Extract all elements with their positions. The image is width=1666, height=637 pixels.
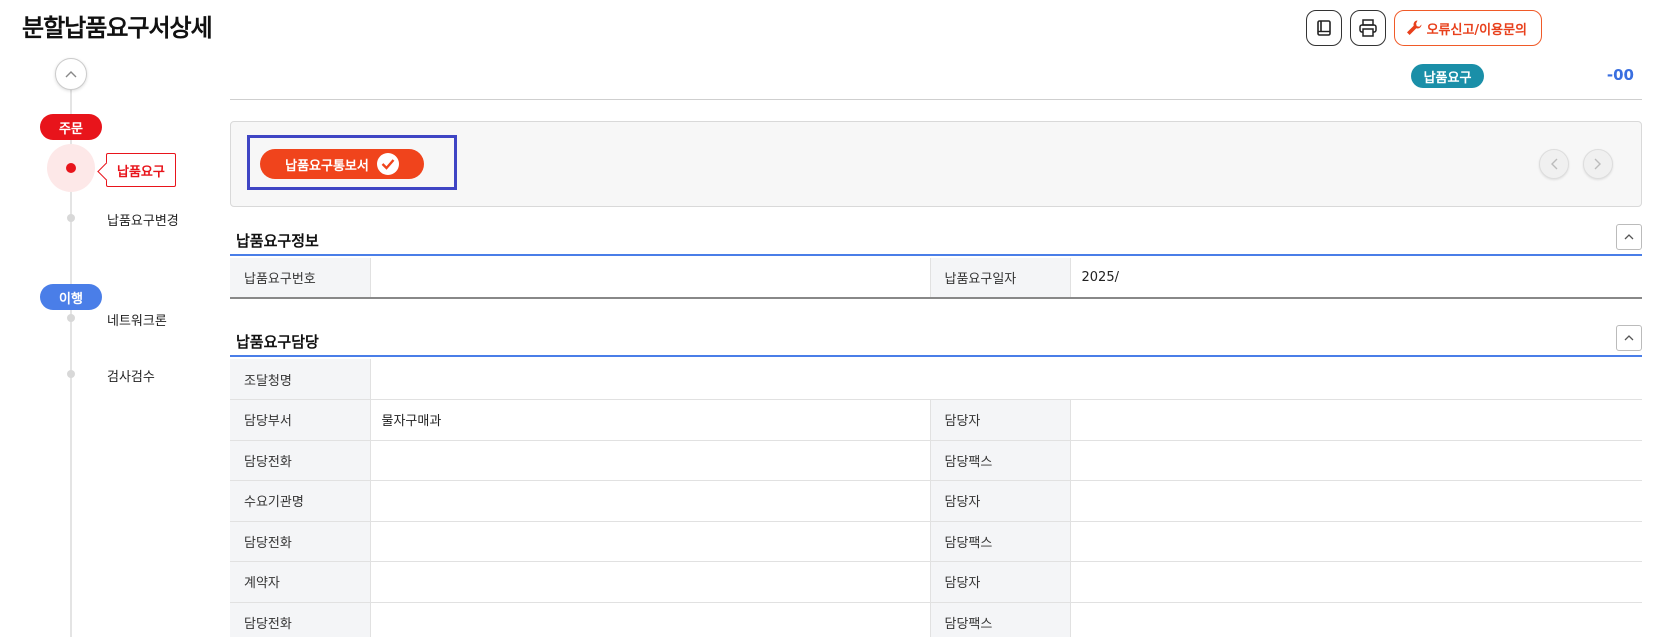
chevron-up-icon: [1624, 234, 1634, 240]
book-icon: [1316, 20, 1331, 36]
table-row: 납품요구번호 납품요구일자 2025/: [230, 258, 1642, 299]
value-agency: [370, 359, 1643, 400]
label-request-date: 납품요구일자: [930, 258, 1071, 299]
chevron-left-icon: [1551, 158, 1558, 170]
chevron-up-icon: [1624, 335, 1634, 341]
status-row: 납품요구 -00: [230, 60, 1642, 100]
value-phone: [370, 602, 931, 637]
label-request-number: 납품요구번호: [230, 258, 371, 299]
label-fax: 담당팩스: [930, 602, 1071, 637]
process-timeline: 주문 납품요구 납품요구변경 이행 네트워크론 검사검수: [0, 56, 215, 637]
collapse-button[interactable]: [1616, 224, 1642, 250]
next-document-button[interactable]: [1583, 149, 1613, 179]
timeline-active-dot: [66, 163, 76, 173]
label-contractor: 계약자: [230, 561, 371, 603]
timeline-dot: [67, 314, 75, 322]
value-phone: [370, 521, 931, 562]
label-fax: 담당팩스: [930, 440, 1071, 481]
timeline-item-label: 납품요구: [117, 164, 165, 180]
delivery-notice-button[interactable]: 납품요구통보서: [260, 149, 424, 179]
page-title: 분할납품요구서상세: [22, 14, 213, 42]
timeline-item-delivery-change[interactable]: 납품요구변경: [107, 210, 179, 229]
value-fax: [1070, 521, 1643, 562]
value-contractor: [370, 561, 931, 603]
table-row: 담당전화 담당팩스: [230, 440, 1643, 481]
timeline-dot: [67, 214, 75, 222]
timeline-item-network-loan[interactable]: 네트워크론: [107, 310, 167, 329]
table-row: 수요기관명 담당자: [230, 480, 1643, 522]
table-row: 계약자 담당자: [230, 561, 1643, 603]
value-request-number: [370, 258, 931, 299]
chevron-up-icon: [65, 71, 77, 78]
table-row: 조달청명: [230, 359, 1643, 400]
label-department: 담당부서: [230, 399, 371, 441]
collapse-button[interactable]: [1616, 325, 1642, 351]
section-delivery-info-header: 납품요구정보: [230, 222, 1642, 256]
value-request-date: 2025/: [1070, 258, 1642, 299]
timeline-dot: [67, 370, 75, 378]
contact-table: 조달청명 담당부서 물자구매과 담당자 담당전화 담당팩스 수요기관명 담당자 …: [230, 359, 1643, 637]
report-button-label: 오류신고/이용문의: [1426, 22, 1527, 38]
print-button[interactable]: [1349, 10, 1386, 46]
timeline-item-inspection[interactable]: 검사검수: [107, 366, 155, 385]
prev-document-button[interactable]: [1539, 149, 1569, 179]
request-number: -00: [1606, 66, 1634, 84]
value-manager: [1070, 480, 1643, 522]
report-button[interactable]: 오류신고/이용문의: [1393, 10, 1542, 46]
value-manager: [1070, 399, 1643, 441]
value-manager: [1070, 561, 1643, 603]
chevron-right-icon: [1594, 158, 1601, 170]
timeline-item-delivery-request[interactable]: 납품요구: [106, 153, 176, 187]
timeline-up-button[interactable]: [55, 58, 87, 90]
value-fax: [1070, 602, 1643, 637]
document-highlight: 납품요구통보서: [247, 135, 457, 190]
wrench-icon: [1406, 20, 1422, 35]
top-actions: 오류신고/이용문의: [1305, 10, 1542, 46]
label-phone: 담당전화: [230, 602, 371, 637]
section-title: 납품요구정보: [236, 232, 319, 250]
delivery-info-table: 납품요구번호 납품요구일자 2025/: [230, 258, 1642, 299]
value-phone: [370, 440, 931, 481]
section-title: 납품요구담당: [236, 333, 319, 351]
delivery-notice-label: 납품요구통보서: [285, 158, 369, 174]
label-phone: 담당전화: [230, 440, 371, 481]
label-fax: 담당팩스: [930, 521, 1071, 562]
stage-badge-order: 주문: [40, 114, 102, 140]
manual-button[interactable]: [1305, 10, 1342, 46]
label-manager: 담당자: [930, 480, 1071, 522]
value-demand-agency: [370, 480, 931, 522]
status-badge: 납품요구: [1411, 64, 1484, 88]
table-row: 담당전화 담당팩스: [230, 521, 1643, 562]
stage-badge-exec: 이행: [40, 284, 102, 310]
label-phone: 담당전화: [230, 521, 371, 562]
value-fax: [1070, 440, 1643, 481]
table-row: 담당부서 물자구매과 담당자: [230, 399, 1643, 441]
label-manager: 담당자: [930, 561, 1071, 603]
check-icon: [376, 153, 399, 175]
section-contact-header: 납품요구담당: [230, 323, 1642, 357]
document-box: 납품요구통보서: [230, 121, 1642, 207]
table-row: 담당전화 담당팩스: [230, 602, 1643, 637]
value-department: 물자구매과: [370, 399, 931, 441]
label-demand-agency: 수요기관명: [230, 480, 371, 522]
label-manager: 담당자: [930, 399, 1071, 441]
printer-icon: [1358, 19, 1377, 37]
label-agency: 조달청명: [230, 359, 371, 400]
